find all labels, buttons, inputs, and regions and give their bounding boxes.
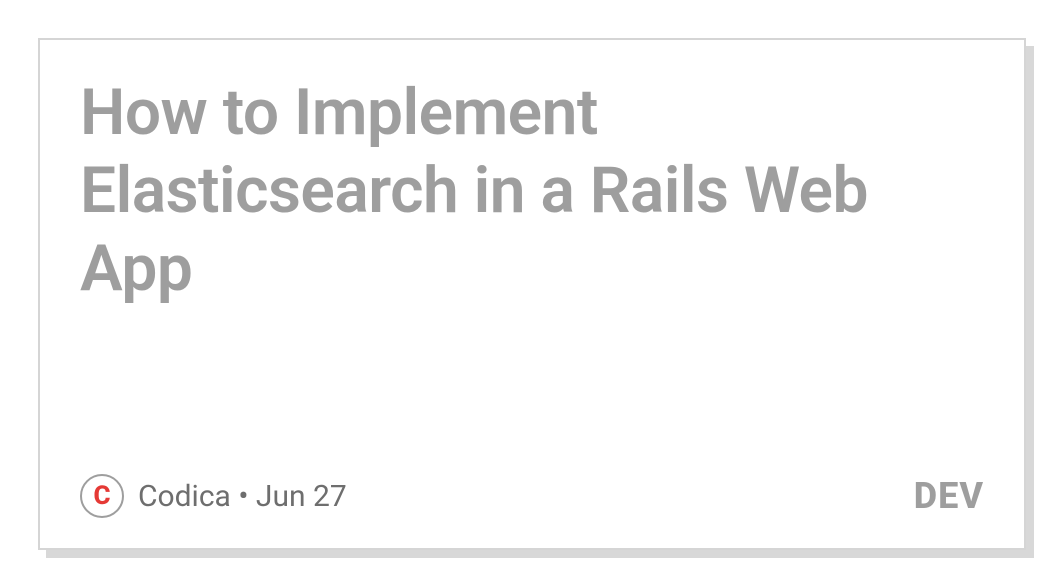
card-footer: C Codica • Jun 27 DEV	[80, 474, 984, 518]
publish-date: Jun 27	[256, 479, 347, 514]
article-title: How to Implement Elasticsearch in a Rail…	[80, 74, 984, 308]
avatar-letter-icon: C	[93, 481, 110, 511]
author-avatar: C	[80, 474, 124, 518]
author-meta: Codica • Jun 27	[138, 479, 347, 514]
meta-separator: •	[231, 479, 256, 514]
social-card-wrapper: How to Implement Elasticsearch in a Rail…	[38, 38, 1026, 550]
article-card: How to Implement Elasticsearch in a Rail…	[38, 38, 1026, 550]
author-section: C Codica • Jun 27	[80, 474, 347, 518]
dev-logo: DEV	[914, 475, 984, 517]
author-name: Codica	[138, 479, 231, 514]
